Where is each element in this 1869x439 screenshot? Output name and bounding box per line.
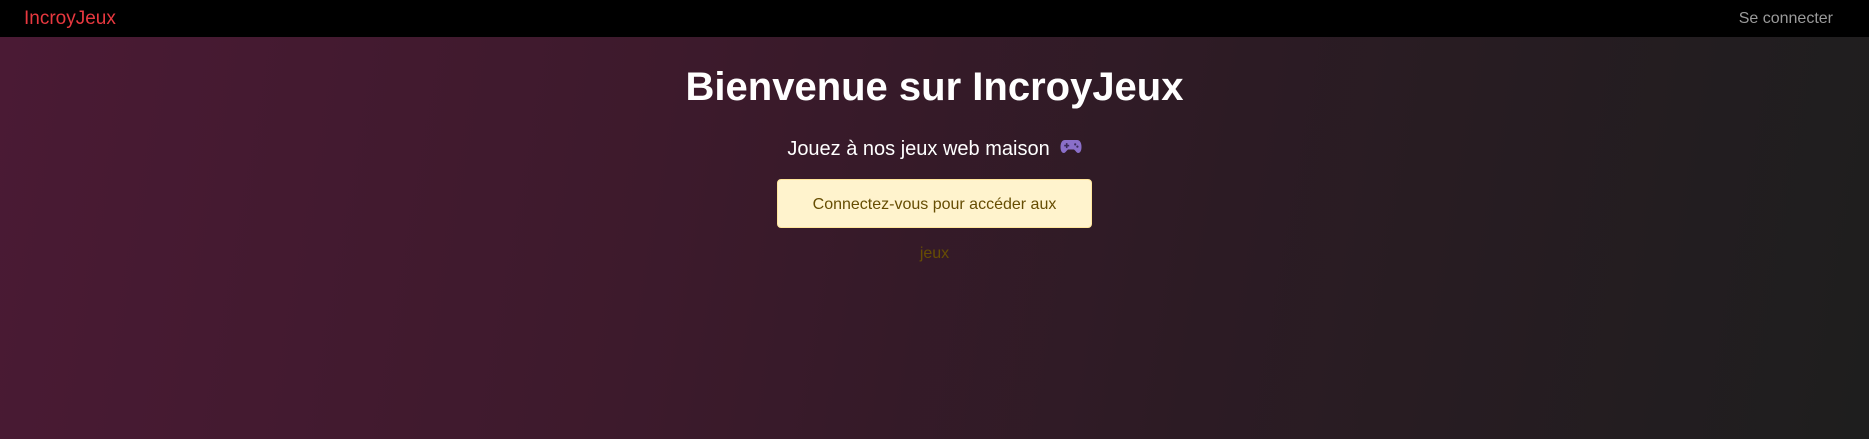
gamepad-icon <box>1060 135 1082 161</box>
login-link[interactable]: Se connecter <box>1739 0 1833 37</box>
login-required-alert: Connectez-vous pour accéder aux jeux <box>777 178 1092 262</box>
hero-subtitle: Jouez à nos jeux web maison <box>0 136 1869 163</box>
page-title: Bienvenue sur IncroyJeux <box>685 65 1184 109</box>
hero-subtitle-text: Jouez à nos jeux web maison <box>787 138 1050 160</box>
brand-logo-link[interactable]: IncroyJeux <box>24 0 116 37</box>
top-navbar: IncroyJeux Se connecter <box>0 0 1869 37</box>
hero-section: Bienvenue sur IncroyJeux Jouez à nos jeu… <box>0 37 1869 263</box>
